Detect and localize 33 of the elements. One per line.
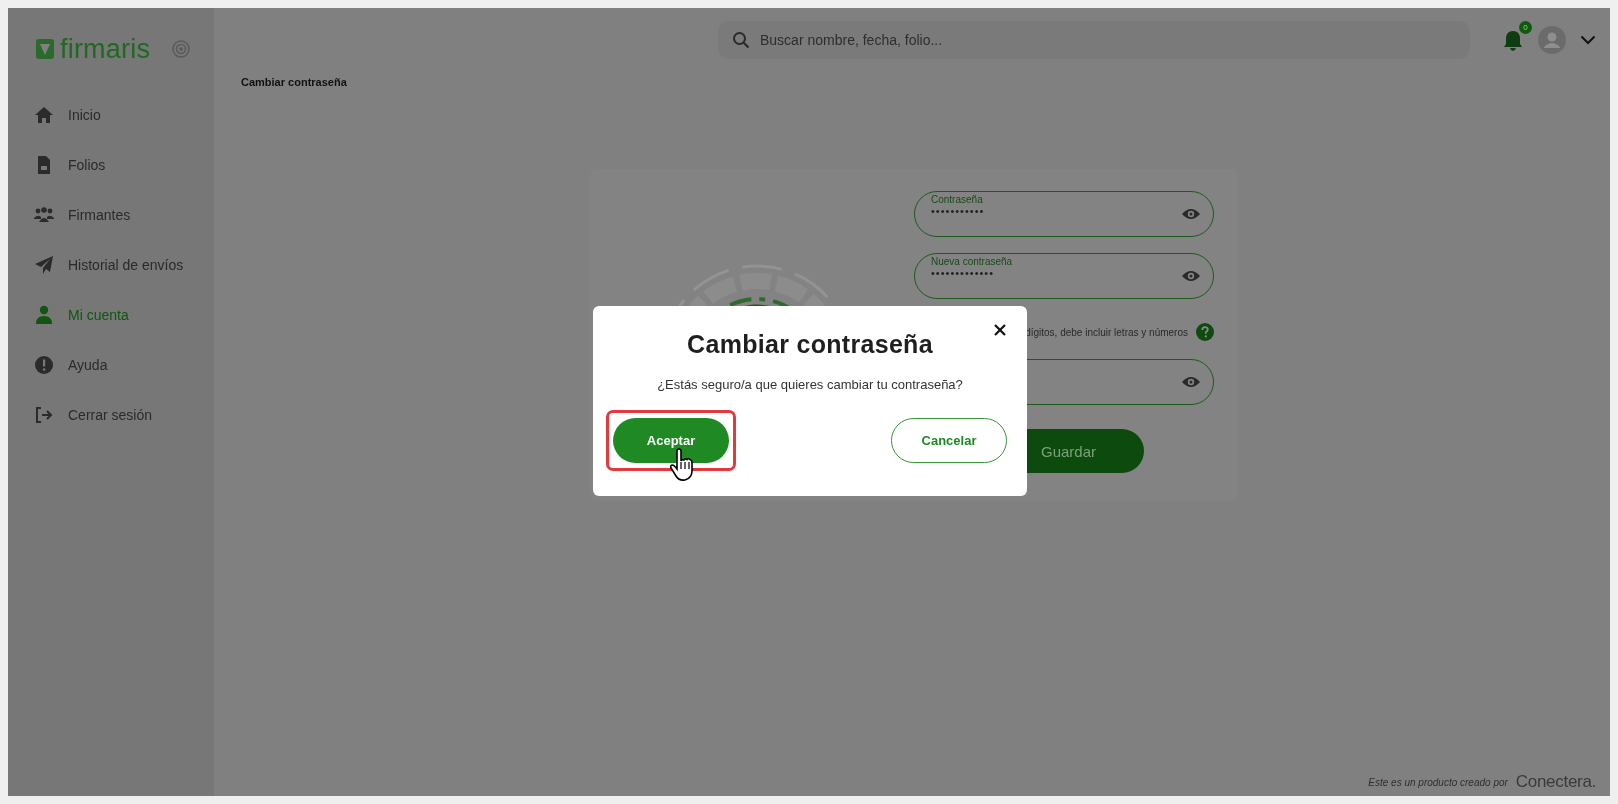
notification-badge: 0 [1519, 21, 1532, 34]
nav-item[interactable]: Folios [8, 140, 214, 190]
nav-item[interactable]: Inicio [8, 90, 214, 140]
nav-item[interactable]: Cerrar sesión [8, 390, 214, 440]
eye-icon[interactable] [1181, 207, 1201, 221]
search-icon [732, 31, 750, 49]
logo-icon [34, 37, 56, 61]
nav-item[interactable]: Ayuda [8, 340, 214, 390]
credit-text: Este es un producto creado por [1368, 776, 1508, 788]
bell-icon[interactable] [1502, 28, 1524, 52]
brand-logo: Conectera. [1515, 772, 1596, 792]
person-icon [34, 305, 54, 325]
search-field[interactable]: Buscar nombre, fecha, folio... [718, 21, 1470, 59]
nav-item[interactable]: Firmantes [8, 190, 214, 240]
help-icon[interactable] [1196, 323, 1214, 341]
nav-item[interactable]: Historial de envíos [8, 240, 214, 290]
eye-icon[interactable] [1181, 375, 1201, 389]
page-title: Cambiar contraseña [241, 76, 348, 88]
password-hint: dígitos, debe incluir letras y números [1025, 326, 1188, 338]
cancel-button[interactable]: Cancelar [891, 418, 1007, 463]
chevron-down-icon[interactable] [1580, 35, 1596, 45]
eye-icon[interactable] [1181, 269, 1201, 283]
accept-button[interactable]: Aceptar [613, 418, 729, 463]
dialog-title: Cambiar contraseña [687, 330, 933, 359]
logout-icon [34, 405, 54, 425]
exclamation-icon [34, 355, 54, 375]
logo-text: firmaris [60, 33, 151, 65]
dialog-message: ¿Estás seguro/a que quieres cambiar tu contraseña? [657, 377, 963, 392]
people-icon [34, 205, 54, 225]
close-icon[interactable] [993, 323, 1007, 337]
home-icon [34, 105, 54, 125]
nav-item[interactable]: Mi cuenta [8, 290, 214, 340]
paper-plane-icon [34, 255, 54, 275]
